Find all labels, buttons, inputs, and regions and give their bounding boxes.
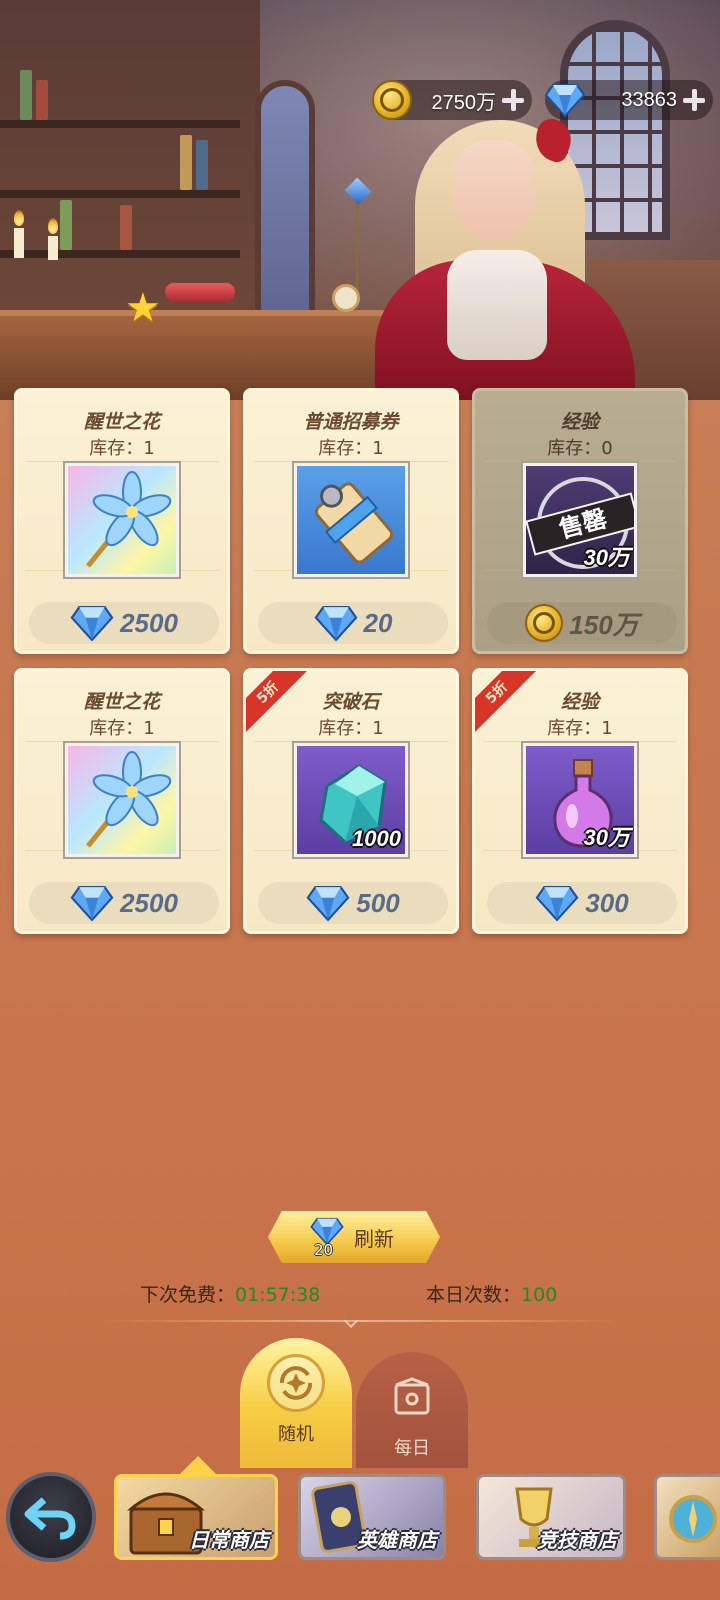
store-label: 英雄商店 [357,1528,437,1552]
store-label: 日常商店 [189,1528,269,1552]
item-quantity: 30万 [583,825,630,850]
gold-coin-icon [525,604,564,642]
item-name: 经验 [560,691,599,713]
add-gold-button[interactable] [500,87,526,113]
buy-button[interactable]: 300 [487,882,677,924]
buy-button[interactable]: 2500 [29,882,219,924]
gold-coin-icon [372,80,412,120]
diamond-icon [70,606,114,641]
diamond-icon [70,886,114,921]
diamond-icon [306,886,350,921]
pocket-watch-icon [332,284,360,312]
item-price: 2500 [120,607,178,638]
daily-count: 本日次数：100 [426,1280,557,1307]
store-label: 竞技商店 [537,1528,617,1552]
shop-item-card[interactable]: 醒世之花 库存：1 2500 [14,388,230,654]
refresh-button[interactable]: 20 刷新 [268,1211,440,1263]
scroll-icon [294,463,408,577]
candle [48,236,58,260]
candle-flame [48,218,58,234]
daily-count-value: 100 [521,1284,558,1306]
add-gem-button[interactable] [681,87,707,113]
tab-daily[interactable]: 每日 [356,1352,468,1468]
item-price: 500 [356,887,400,918]
candle-flame [14,210,24,226]
arched-door [255,80,315,320]
next-free-timer: 下次免费：01:57:38 [140,1280,320,1307]
item-name: 经验 [560,411,599,433]
item-quantity: 1000 [352,826,401,851]
item-stock: 库存：0 [547,438,613,459]
candle [14,228,24,258]
divider-marker [343,1313,359,1329]
gem-currency: 33863 [545,80,713,120]
next-free-countdown: 01:57:38 [235,1284,321,1306]
item-name: 醒世之花 [83,411,160,433]
tab-label: 随机 [278,1424,314,1445]
divider [100,1320,620,1322]
store-hero[interactable]: 英雄商店 [298,1474,446,1560]
diamond-icon [314,606,358,641]
item-price: 300 [585,887,629,918]
exp-potion-icon: 30万 [523,743,637,857]
item-stock: 库存：1 [318,718,384,739]
refresh-cost: 20 [314,1241,334,1259]
gold-amount: 2750万 [431,91,497,114]
exp-potion-icon: 售罄 30万 [523,463,637,577]
selected-indicator [180,1456,216,1474]
item-name: 突破石 [322,691,380,713]
shop-item-card[interactable]: 5折 经验 库存：1 30万 300 [472,668,688,934]
store-more[interactable] [654,1474,720,1560]
shopkeeper-scene: ★ [0,0,720,400]
buy-button[interactable]: 20 [258,602,448,644]
crystal-stone-icon: 1000 [294,743,408,857]
star-icon: ★ [125,285,161,331]
back-arrow-icon [24,1497,76,1540]
diamond-icon [535,886,579,921]
shop-item-card[interactable]: 5折 突破石 库存：1 1000 500 [243,668,459,934]
item-price: 150万 [569,609,639,640]
buy-button-disabled: 150万 [487,602,677,644]
blue-flower-icon [65,743,179,857]
daily-count-label: 本日次数： [426,1284,522,1306]
item-name: 醒世之花 [83,691,160,713]
shop-item-card-soldout: 经验 库存：0 售罄 30万 150万 [472,388,688,654]
pendant-chain [356,196,358,291]
item-name: 普通招募券 [303,411,399,433]
desk [0,310,420,400]
compass-icon [669,1495,717,1543]
item-stock: 库存：1 [89,718,155,739]
gem-pendant [344,177,372,205]
refresh-label: 刷新 [354,1227,394,1251]
item-stock: 库存：1 [547,718,613,739]
item-quantity: 30万 [583,545,630,570]
buy-button[interactable]: 500 [258,882,448,924]
back-button[interactable] [6,1472,96,1562]
diamond-icon [545,83,585,117]
scroll-decoration [165,283,235,301]
shop-item-card[interactable]: 普通招募券 库存：1 20 [243,388,459,654]
shop-item-card[interactable]: 醒世之花 库存：1 2500 [14,668,230,934]
buy-button[interactable]: 2500 [29,602,219,644]
next-free-label: 下次免费： [140,1284,236,1306]
tab-label: 每日 [394,1438,430,1459]
item-price: 20 [363,607,393,638]
refresh-cycle-icon [267,1354,325,1412]
gold-currency: 2750万 [372,80,532,120]
item-price: 2500 [120,887,178,918]
item-stock: 库存：1 [89,438,155,459]
blue-flower-icon [65,463,179,577]
item-stock: 库存：1 [318,438,384,459]
calendar-icon [383,1368,441,1426]
tab-random[interactable]: 随机 [240,1338,352,1468]
store-daily[interactable]: 日常商店 [114,1474,278,1560]
shopkeeper-character [375,110,655,400]
store-arena[interactable]: 竞技商店 [476,1474,626,1560]
gem-amount: 33863 [621,88,677,111]
